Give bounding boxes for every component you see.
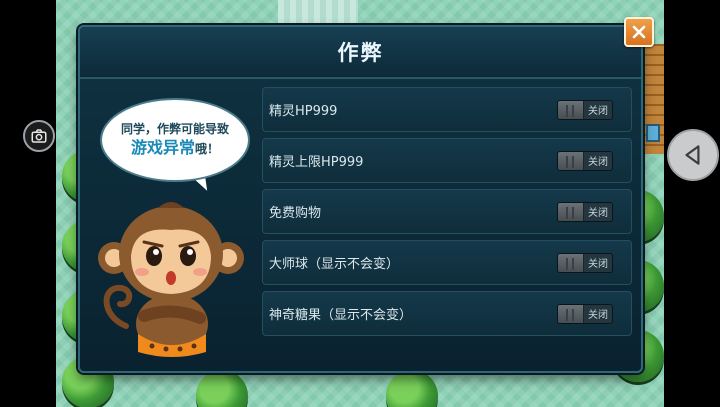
cheat-row-master-ball: 大师球（显示不会变） 关闭 [262,240,632,285]
triangle-left-icon [685,145,700,165]
toggle-state-text: 关闭 [584,202,612,221]
toggle-state-text: 关闭 [584,253,612,272]
toggle-knob [558,202,584,221]
camera-button[interactable] [23,120,55,152]
bubble-text-line1: 同学，作弊可能导致 [120,121,229,136]
cheat-row-rare-candy: 神奇糖果（显示不会变） 关闭 [262,291,632,336]
right-black-bar [664,0,720,407]
cheat-row-max-hp999: 精灵上限HP999 关闭 [262,138,632,183]
camera-icon [31,129,47,143]
dialog-title: 作弊 [337,41,384,65]
monkey-mascot [98,202,244,357]
tree [196,370,248,407]
left-black-bar [0,0,56,407]
tree [386,370,438,407]
cheat-row-hp999: 精灵HP999 关闭 [262,87,632,132]
cheat-label: 精灵HP999 [269,104,338,119]
cheat-label: 神奇糖果（显示不会变） [269,308,413,323]
toggle-switch[interactable]: 关闭 [557,303,613,324]
toggle-state-text: 关闭 [584,304,612,323]
close-icon [632,25,646,39]
toggle-switch[interactable]: 关闭 [557,99,613,120]
toggle-switch[interactable]: 关闭 [557,252,613,273]
bubble-text-line2: 游戏异常哦！ [131,137,219,160]
cheat-option-list: 精灵HP999 关闭 精灵上限HP999 关闭 免费购物 关闭 大师球（显示不会… [262,87,632,336]
dialog-header: 作弊 [80,27,641,79]
cheat-label: 免费购物 [269,206,322,221]
bubble-tail-text: 哦！ [195,141,220,156]
back-triangle-button[interactable] [667,129,719,181]
toggle-knob [558,100,584,119]
toggle-knob [558,253,584,272]
toggle-state-text: 关闭 [584,100,612,119]
house-window [646,124,660,142]
close-button[interactable] [624,17,654,47]
bubble-emphasis-text: 游戏异常 [130,137,195,157]
toggle-knob [558,304,584,323]
toggle-switch[interactable]: 关闭 [557,201,613,222]
toggle-state-text: 关闭 [584,151,612,170]
house-wall [640,44,664,154]
speech-bubble: 同学，作弊可能导致 游戏异常哦！ [100,98,250,182]
cheat-label: 大师球（显示不会变） [269,257,400,272]
toggle-switch[interactable]: 关闭 [557,150,613,171]
toggle-knob [558,151,584,170]
cheat-row-free-shopping: 免费购物 关闭 [262,189,632,234]
cheat-label: 精灵上限HP999 [269,155,364,170]
